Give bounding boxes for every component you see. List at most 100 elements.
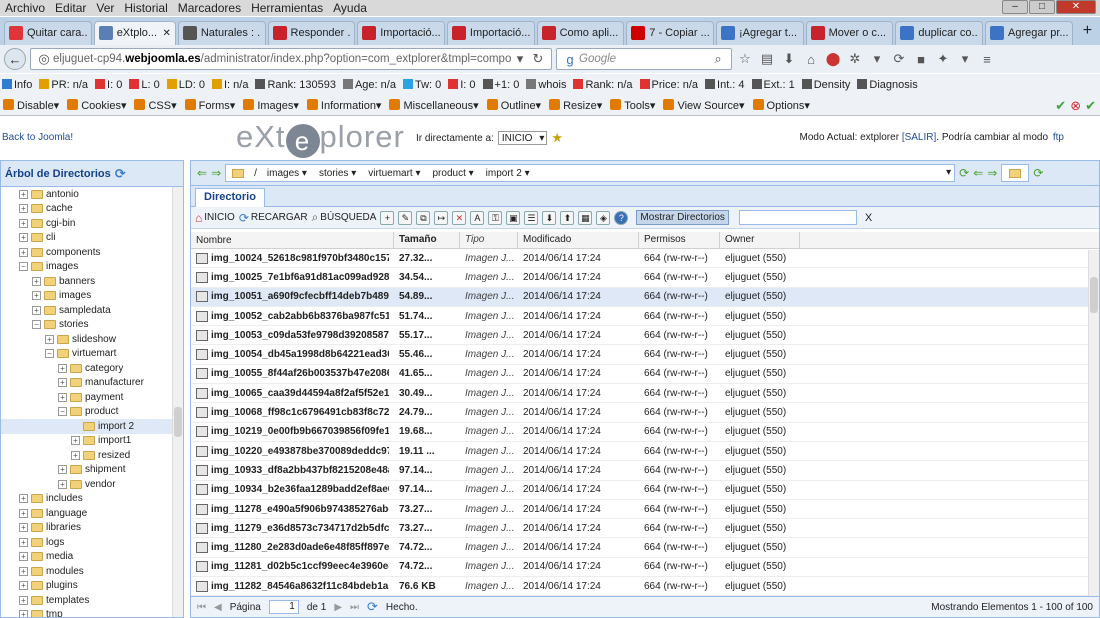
next-page-icon[interactable]: ▶ [334,602,342,613]
archive-icon[interactable]: ▦ [578,210,593,225]
browser-tab[interactable]: Quitar cara... [4,20,92,45]
breadcrumb-segment[interactable]: stories ▾ [319,168,356,179]
table-row[interactable]: img_10219_0e00fb9b667039856f09fe15... 19.… [191,423,1099,442]
home-button[interactable]: ⌂ INICIO [195,211,235,225]
expand-icon[interactable]: + [19,508,28,518]
tree-node[interactable]: + cli [1,231,173,246]
tree-node[interactable]: + resized [1,448,173,463]
table-row[interactable]: img_11280_2e283d0ade6e48f85ff897ea... 74.… [191,538,1099,558]
webdev-menu[interactable]: Images▾ [243,99,299,112]
bookmark-star-icon[interactable]: ☆ [736,51,754,67]
webdev-menu[interactable]: Outline▾ [486,99,541,112]
expand-icon[interactable]: + [19,581,28,591]
addon-box-icon[interactable]: ■ [912,52,930,67]
browser-tab[interactable]: duplicar co... [895,20,984,45]
menu-item-historial[interactable]: Historial [119,1,172,15]
webdev-menu[interactable]: CSS▾ [134,99,177,112]
expand-icon[interactable]: + [58,465,67,475]
table-row[interactable]: img_11281_d02b5c1ccf99eec4e3960e82... 74.… [191,558,1099,578]
browser-tab[interactable]: Responder ... [267,20,356,45]
addon-puzzle-icon[interactable]: ✦ [934,51,952,67]
refresh-tree-icon[interactable]: ⟳ [115,166,126,182]
favorite-star-icon[interactable]: ★ [551,130,563,146]
collapse-icon[interactable]: − [45,349,54,359]
upload-icon[interactable]: ⬆ [560,210,575,225]
table-row[interactable]: img_10220_e493878be370089deddc971... 19.1… [191,442,1099,462]
path-back-icon[interactable]: ⇐ [973,166,983,180]
expand-icon[interactable]: + [45,334,54,344]
tree-node[interactable]: + shipment [1,463,173,478]
tree-node[interactable]: − stories [1,318,173,333]
table-row[interactable]: img_11282_84546a8632f11c84bdeb1a53... 76.… [191,577,1099,596]
expand-icon[interactable]: + [19,247,28,257]
tree-node[interactable]: + language [1,506,173,521]
view-icon[interactable]: ▣ [506,210,521,225]
tree-node[interactable]: + templates [1,593,173,608]
new-tab-button[interactable]: + [1075,22,1100,40]
column-header[interactable]: Modificado [518,232,639,248]
tree-node[interactable]: + cache [1,202,173,217]
column-header[interactable]: Tipo [460,232,518,248]
first-page-icon[interactable]: ⏮ [197,602,206,613]
seo-item[interactable]: Int.: 4 [705,79,745,91]
webdev-menu[interactable]: Disable▾ [3,99,59,112]
tree-node[interactable]: + vendor [1,477,173,492]
expand-icon[interactable]: + [32,276,41,286]
tree-node[interactable]: + manufacturer [1,376,173,391]
table-row[interactable]: img_10053_c09da53fe9798d392085873b... 55.… [191,326,1099,346]
view-folder-button[interactable] [1001,164,1030,182]
browser-tab[interactable]: 7 - Copiar ... [626,20,714,45]
tree-node[interactable]: + cgi-bin [1,216,173,231]
seo-item[interactable]: +1: 0 [482,79,519,91]
collapse-icon[interactable]: − [58,407,67,417]
refresh-path-icon[interactable]: ⟳ [959,166,969,180]
seo-item[interactable]: LD: 0 [166,79,205,91]
webdev-menu[interactable]: Cookies▾ [67,99,126,112]
tree-node[interactable]: import 2 [1,419,173,434]
expand-icon[interactable]: + [32,305,41,315]
seo-item[interactable]: Diagnosis [857,79,918,91]
breadcrumb-segment[interactable]: images ▾ [267,168,307,179]
menu-item-herramientas[interactable]: Herramientas [246,1,328,15]
webdev-menu[interactable]: Information▾ [306,99,381,112]
tree-node[interactable]: + category [1,361,173,376]
clear-filter-button[interactable]: X [865,212,872,224]
seo-item[interactable]: I: 0 [95,79,122,91]
column-header[interactable]: Tamaño [394,232,460,248]
help-icon[interactable]: ? [614,210,629,225]
ftp-link[interactable]: ftp [1053,132,1064,143]
close-tab-icon[interactable]: ✕ [162,28,170,39]
expand-icon[interactable]: + [19,552,28,562]
go-to-select[interactable]: INICIO [497,131,548,145]
rename-icon[interactable]: A [470,210,485,225]
tree-node[interactable]: + sampledata [1,303,173,318]
seo-item[interactable]: L: 0 [129,79,160,91]
download-icon[interactable]: ⬇ [780,51,798,67]
expand-icon[interactable]: + [19,523,28,533]
hamburger-menu-icon[interactable]: ≡ [978,52,996,67]
seo-item[interactable]: Rank: n/a [573,79,633,91]
logout-link[interactable]: [SALIR] [902,132,936,143]
filter-input[interactable] [738,210,857,225]
expand-icon[interactable]: + [19,204,28,214]
grid-scrollbar[interactable] [1088,250,1099,596]
breadcrumb-segment[interactable]: import 2 ▾ [486,168,530,179]
search-box[interactable]: g Google ⌕ [556,48,732,70]
details-icon[interactable]: ☰ [524,210,539,225]
prev-page-icon[interactable]: ◀ [214,602,222,613]
expand-icon[interactable]: + [19,566,28,576]
expand-icon[interactable]: + [19,610,28,617]
menu-item-ayuda[interactable]: Ayuda [328,1,372,15]
page-input[interactable]: 1 [268,600,299,614]
table-row[interactable]: img_10055_8f44af26b003537b47e20868... 41.… [191,365,1099,385]
webdev-menu[interactable]: Resize▾ [549,99,602,112]
tree-node[interactable]: + includes [1,492,173,507]
tree-node[interactable]: + banners [1,274,173,289]
table-row[interactable]: img_10934_b2e36faa1289badd2ef8ae69... 97.… [191,481,1099,500]
refresh-grid-icon[interactable]: ⟳ [367,599,378,615]
history-back-icon[interactable]: ⇐ [197,166,207,180]
expand-icon[interactable]: + [19,189,28,199]
expand-icon[interactable]: + [19,218,28,228]
browser-tab[interactable]: Agregar pr... [985,20,1073,45]
collapse-icon[interactable]: − [19,262,28,272]
